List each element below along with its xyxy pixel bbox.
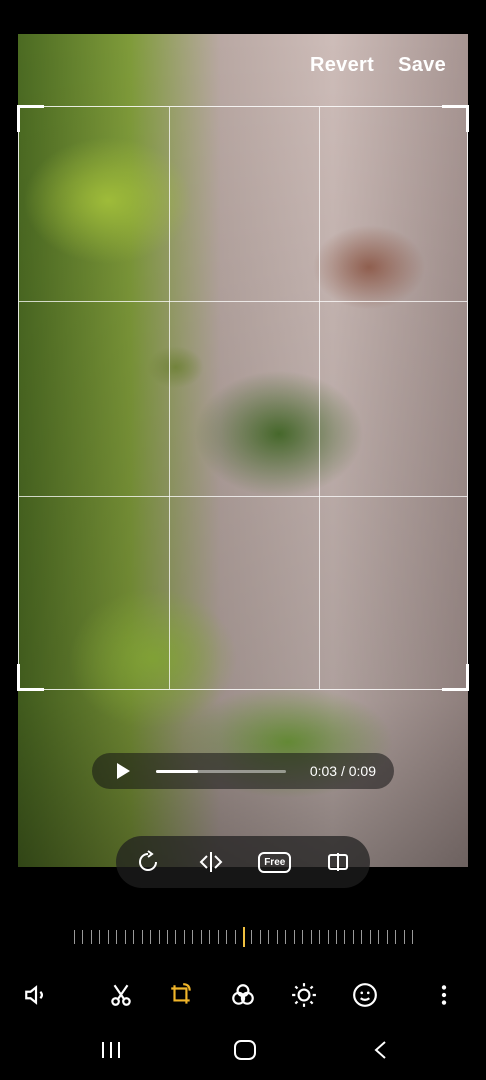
back-icon[interactable] xyxy=(368,1040,394,1060)
crop-frame[interactable] xyxy=(17,105,469,691)
system-navigation-bar xyxy=(0,1030,486,1070)
angle-scale-tick xyxy=(404,930,405,944)
crop-grid-line xyxy=(19,301,467,302)
angle-scale-tick xyxy=(251,930,252,944)
angle-scale-tick xyxy=(361,930,362,944)
angle-scale-tick xyxy=(91,930,92,944)
free-label: Free xyxy=(258,851,292,873)
angle-scale-tick xyxy=(285,930,286,944)
angle-scale-tick xyxy=(226,930,227,944)
transform-icon[interactable] xyxy=(323,847,353,877)
save-button[interactable]: Save xyxy=(398,54,446,77)
angle-scale-tick xyxy=(294,930,295,944)
bottom-toolbar xyxy=(0,975,486,1015)
video-editor: Revert Save 0:03 / 0:09 Free xyxy=(0,0,486,1080)
sticker-icon[interactable] xyxy=(351,981,379,1009)
angle-scale-tick xyxy=(74,930,75,944)
crop-tools: Free xyxy=(116,836,370,888)
angle-scale-tick xyxy=(133,930,134,944)
angle-scale[interactable] xyxy=(74,927,414,947)
more-options-icon[interactable] xyxy=(430,981,458,1009)
time-readout: 0:03 / 0:09 xyxy=(309,763,376,779)
angle-scale-tick xyxy=(116,930,117,944)
angle-scale-center-tick xyxy=(243,927,245,947)
rotate-icon[interactable] xyxy=(133,847,163,877)
angle-scale-tick xyxy=(218,930,219,944)
top-actions: Revert Save xyxy=(310,54,446,77)
angle-scale-tick xyxy=(387,930,388,944)
angle-scale-tick xyxy=(412,930,413,944)
angle-scale-tick xyxy=(277,930,278,944)
angle-scale-tick xyxy=(167,930,168,944)
playback-bar: 0:03 / 0:09 xyxy=(92,753,394,789)
angle-scale-tick xyxy=(395,930,396,944)
angle-scale-tick xyxy=(353,930,354,944)
angle-scale-tick xyxy=(201,930,202,944)
recents-icon[interactable] xyxy=(98,1040,124,1060)
angle-scale-tick xyxy=(378,930,379,944)
angle-scale-tick xyxy=(125,930,126,944)
angle-scale-tick xyxy=(209,930,210,944)
angle-scale-tick xyxy=(175,930,176,944)
angle-scale-tick xyxy=(328,930,329,944)
angle-scale-tick xyxy=(150,930,151,944)
scissors-icon[interactable] xyxy=(107,981,135,1009)
angle-scale-tick xyxy=(311,930,312,944)
angle-scale-tick xyxy=(302,930,303,944)
progress-track[interactable] xyxy=(156,770,286,773)
play-icon[interactable] xyxy=(114,762,132,780)
crop-handle-bottom-left[interactable] xyxy=(17,664,44,691)
angle-scale-tick xyxy=(319,930,320,944)
angle-scale-tick xyxy=(184,930,185,944)
revert-button[interactable]: Revert xyxy=(310,54,374,77)
brightness-icon[interactable] xyxy=(290,981,318,1009)
volume-icon[interactable] xyxy=(22,981,50,1009)
crop-rotate-icon[interactable] xyxy=(167,981,195,1009)
crop-grid-line xyxy=(19,496,467,497)
angle-scale-tick xyxy=(370,930,371,944)
flip-horizontal-icon[interactable] xyxy=(196,847,226,877)
crop-grid-line xyxy=(319,107,320,689)
crop-handle-bottom-right[interactable] xyxy=(442,664,469,691)
angle-scale-tick xyxy=(344,930,345,944)
crop-grid-line xyxy=(169,107,170,689)
angle-scale-tick xyxy=(192,930,193,944)
angle-scale-tick xyxy=(235,930,236,944)
progress-fill xyxy=(156,770,198,773)
angle-scale-tick xyxy=(108,930,109,944)
filters-icon[interactable] xyxy=(229,981,257,1009)
angle-scale-tick xyxy=(82,930,83,944)
angle-scale-tick xyxy=(336,930,337,944)
angle-scale-tick xyxy=(142,930,143,944)
home-icon[interactable] xyxy=(232,1040,258,1060)
free-aspect-icon[interactable]: Free xyxy=(258,847,292,877)
angle-scale-tick xyxy=(159,930,160,944)
crop-handle-top-right[interactable] xyxy=(442,105,469,132)
angle-scale-tick xyxy=(268,930,269,944)
crop-handle-top-left[interactable] xyxy=(17,105,44,132)
angle-scale-tick xyxy=(260,930,261,944)
angle-scale-tick xyxy=(99,930,100,944)
